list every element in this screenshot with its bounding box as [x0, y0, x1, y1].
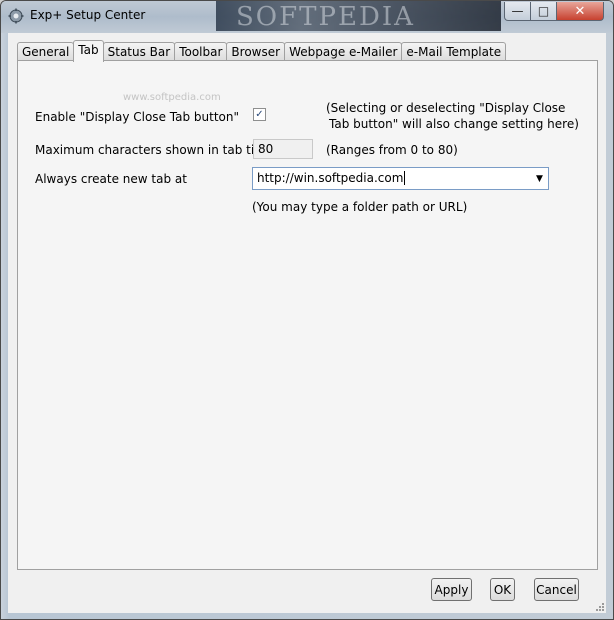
tab-browser[interactable]: Browser [226, 42, 286, 61]
tab-status-bar[interactable]: Status Bar [102, 42, 176, 61]
chevron-down-icon[interactable]: ▼ [531, 168, 548, 189]
close-button-checkbox[interactable]: ✓ [253, 108, 266, 121]
close-button-note-line2: Tab button" will also change setting her… [329, 117, 579, 131]
max-chars-label: Maximum characters shown in tab title [35, 143, 270, 157]
resize-grip-icon[interactable] [595, 602, 605, 612]
title-watermark: SOFTPEDIA [216, 1, 501, 32]
tab-strip: General Tab Status Bar Toolbar Browser W… [17, 40, 507, 62]
new-tab-note: (You may type a folder path or URL) [252, 200, 468, 214]
tab-general[interactable]: General [17, 42, 75, 61]
tab-tab[interactable]: Tab [73, 40, 104, 62]
new-tab-location-combo[interactable]: http://win.softpedia.com ▼ [252, 167, 549, 190]
tab-settings-panel: www.softpedia.com Enable "Display Close … [17, 60, 598, 570]
max-chars-note: (Ranges from 0 to 80) [326, 143, 458, 157]
maximize-button[interactable]: □ [530, 2, 557, 21]
ok-button[interactable]: OK [490, 578, 515, 601]
dialog-client-area: General Tab Status Bar Toolbar Browser W… [8, 33, 606, 613]
tab-e-mail-template[interactable]: e-Mail Template [401, 42, 507, 61]
panel-watermark: www.softpedia.com [123, 92, 221, 103]
close-button[interactable]: ✕ [556, 2, 604, 21]
tab-toolbar[interactable]: Toolbar [174, 42, 228, 61]
new-tab-label: Always create new tab at [35, 172, 187, 186]
title-bar[interactable]: SOFTPEDIA Exp+ Setup Center — □ ✕ [1, 1, 613, 33]
setup-window: SOFTPEDIA Exp+ Setup Center — □ ✕ Genera… [0, 0, 614, 620]
new-tab-location-input[interactable]: http://win.softpedia.com [257, 171, 406, 185]
minimize-button[interactable]: — [504, 2, 531, 21]
close-button-setting-label: Enable "Display Close Tab button" [35, 110, 239, 124]
max-chars-field[interactable]: 80 [253, 139, 313, 159]
cancel-button[interactable]: Cancel [534, 578, 579, 601]
app-gear-icon [8, 8, 24, 24]
window-title: Exp+ Setup Center [30, 8, 146, 22]
close-button-note-line1: (Selecting or deselecting "Display Close [326, 101, 566, 115]
tab-webpage-e-mailer[interactable]: Webpage e-Mailer [284, 42, 403, 61]
apply-button[interactable]: Apply [431, 578, 472, 601]
